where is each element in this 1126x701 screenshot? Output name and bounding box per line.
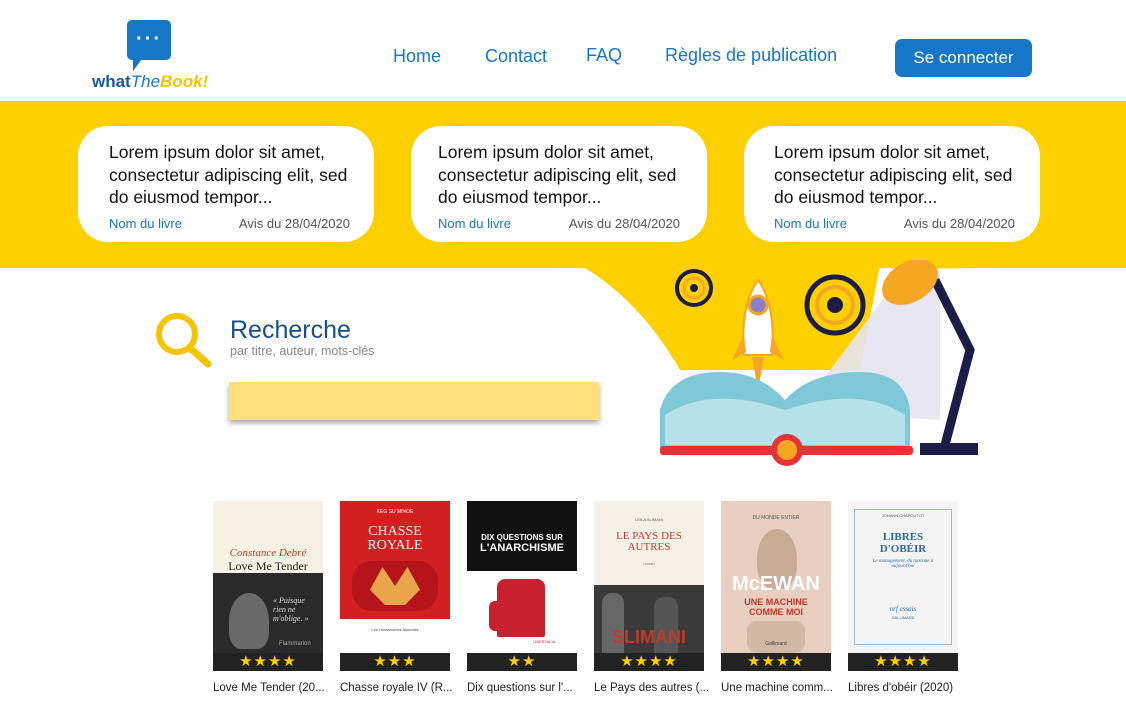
book-card[interactable]: DIX QUESTIONS SUR L'ANARCHISME LIBERTALI…: [467, 501, 579, 694]
review-book-link[interactable]: Nom du livre: [109, 216, 182, 231]
book-cover: KEG SU MINOE CHASSE ROYALE Les Humanoïde…: [340, 501, 450, 671]
rating-stars: ★★★: [340, 653, 450, 671]
search-input[interactable]: [229, 382, 599, 420]
review-text: Lorem ipsum dolor sit amet, consectetur …: [109, 142, 348, 207]
book-card[interactable]: DU MONDE ENTIER McEWAN UNE MACHINE COMME…: [721, 501, 833, 694]
search-title: Recherche: [230, 316, 351, 344]
header: ··· whatTheBook! Home Contact FAQ Règles…: [0, 0, 1126, 101]
book-cover: JOHANN CHAPOUTOT LIBRES D'OBÉIR Le manag…: [848, 501, 958, 671]
book-card[interactable]: Constance Debré Love Me Tender « Puisque…: [213, 501, 325, 694]
search-icon: [156, 313, 212, 368]
review-book-link[interactable]: Nom du livre: [774, 216, 847, 231]
book-rocket-illustration: [560, 260, 1000, 466]
book-card[interactable]: KEG SU MINOE CHASSE ROYALE Les Humanoïde…: [340, 501, 452, 694]
chat-bubble-icon: ···: [127, 20, 171, 71]
rating-stars: ★★★★: [848, 653, 958, 671]
book-title: Chasse royale IV (R...: [340, 682, 453, 694]
book-cover: DIX QUESTIONS SUR L'ANARCHISME LIBERTALI…: [467, 501, 577, 671]
nav-contact-link[interactable]: Contact: [485, 46, 547, 67]
nav-faq-link[interactable]: FAQ: [586, 45, 622, 66]
book-title: Libres d'obéir (2020): [848, 682, 954, 694]
search-subtitle: par titre, auteur, mots-clés: [230, 344, 375, 358]
review-card[interactable]: Lorem ipsum dolor sit amet, consectetur …: [744, 126, 1040, 242]
nav-home-link[interactable]: Home: [393, 46, 441, 67]
review-date: Avis du 28/04/2020: [903, 216, 1015, 231]
review-text: Lorem ipsum dolor sit amet, consectetur …: [438, 142, 677, 207]
book-title: Une machine comm...: [721, 682, 833, 694]
rating-stars: ★★: [467, 653, 577, 671]
book-card[interactable]: LEÏLA SLIMANI LE PAYS DES AUTRES roman S…: [594, 501, 710, 694]
logo[interactable]: ··· whatTheBook!: [90, 18, 210, 96]
page: ··· whatTheBook! Home Contact FAQ Règles…: [0, 0, 1126, 701]
logo-text: whatTheBook!: [92, 72, 209, 91]
book-cover: LEÏLA SLIMANI LE PAYS DES AUTRES roman S…: [594, 501, 704, 671]
book-title: Le Pays des autres (...: [594, 682, 710, 694]
review-text: Lorem ipsum dolor sit amet, consectetur …: [774, 142, 1013, 207]
review-date: Avis du 28/04/2020: [238, 216, 350, 231]
rating-stars: ★★★★: [594, 653, 704, 671]
rating-stars: ★★★★: [213, 653, 323, 671]
rating-stars: ★★★★: [721, 653, 831, 671]
book-cover: DU MONDE ENTIER McEWAN UNE MACHINE COMME…: [721, 501, 831, 671]
review-date: Avis du 28/04/2020: [568, 216, 680, 231]
nav-rules-link[interactable]: Règles de publication: [665, 45, 837, 66]
review-book-link[interactable]: Nom du livre: [438, 216, 511, 231]
review-card[interactable]: Lorem ipsum dolor sit amet, consectetur …: [78, 126, 374, 242]
book-cover: Constance Debré Love Me Tender « Puisque…: [213, 501, 323, 671]
book-title: Dix questions sur l'...: [467, 682, 573, 694]
review-card[interactable]: Lorem ipsum dolor sit amet, consectetur …: [411, 126, 707, 242]
book-card[interactable]: JOHANN CHAPOUTOT LIBRES D'OBÉIR Le manag…: [848, 501, 960, 694]
login-button[interactable]: Se connecter: [895, 39, 1032, 77]
book-title: Love Me Tender (20...: [213, 682, 325, 694]
